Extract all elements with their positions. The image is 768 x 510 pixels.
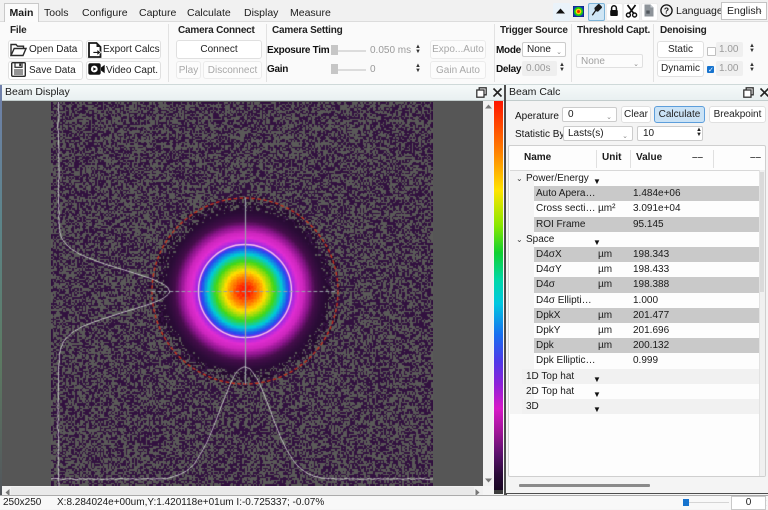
svg-text:?: ?	[664, 5, 669, 15]
